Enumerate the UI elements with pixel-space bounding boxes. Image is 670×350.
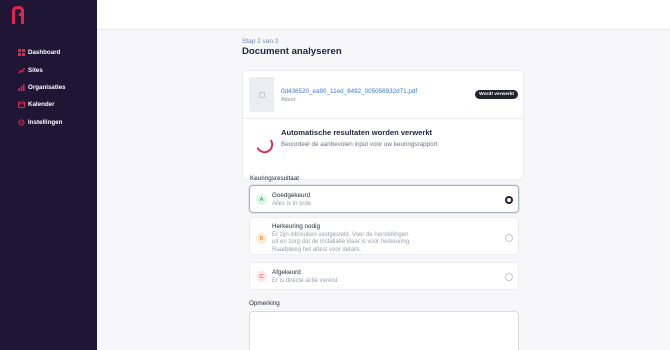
- sidebar-item-label: Dashboard: [28, 49, 61, 57]
- sidebar-item-organisaties[interactable]: Organisaties: [18, 79, 66, 96]
- processing-title: Automatische resultaten worden verwerkt: [281, 128, 433, 137]
- option-letter-badge: C: [256, 271, 267, 282]
- option-radio[interactable]: [505, 234, 513, 242]
- chart-icon: [18, 67, 25, 74]
- loading-spinner-icon: [256, 139, 274, 154]
- option-title: Herkeuring nodig: [272, 223, 320, 230]
- document-type: Attest: [281, 97, 296, 103]
- processing-subtitle: Beoordeel de aanbevolen input voor uw ke…: [281, 141, 438, 148]
- sidebar-item-label: Sites: [28, 66, 43, 74]
- option-letter-badge: A: [256, 194, 267, 205]
- sidebar-item-kalender[interactable]: Kalender: [18, 96, 66, 113]
- sidebar-nav: Dashboard Sites Organisaties Kalender In…: [18, 44, 66, 131]
- option-description: Er is directe actie vereist.: [272, 278, 340, 284]
- option-description: Alles is in orde: [272, 201, 312, 207]
- document-file-link[interactable]: 0d438520_ea90_11ed_8492_005056932d71.pdf: [281, 88, 417, 95]
- option-goedgekeurd[interactable]: A Goedgekeurd Alles is in orde: [249, 185, 519, 213]
- sidebar-item-label: Instellingen: [28, 118, 63, 126]
- option-description: Raadpleeg het attest voor details.: [272, 246, 362, 253]
- sidebar: Dashboard Sites Organisaties Kalender In…: [0, 0, 97, 350]
- status-badge: Wordt verwerkt: [475, 90, 518, 99]
- page-title: Document analyseren: [242, 46, 342, 57]
- result-label: Keuringsresultaat: [250, 175, 300, 182]
- document-thumbnail[interactable]: [249, 77, 274, 112]
- sidebar-item-instellingen[interactable]: Instellingen: [18, 114, 66, 131]
- sidebar-item-dashboard[interactable]: Dashboard: [18, 44, 66, 61]
- option-radio[interactable]: [505, 273, 513, 281]
- step-indicator: Stap 2 van 2: [242, 38, 279, 45]
- org-chart-icon: [18, 83, 25, 91]
- option-radio[interactable]: [505, 196, 513, 204]
- option-afgekeurd[interactable]: C Afgekeurd Er is directe actie vereist.: [249, 262, 519, 290]
- option-letter-badge: B: [256, 233, 267, 244]
- app-logo[interactable]: [10, 5, 26, 24]
- grid-icon: [18, 49, 25, 57]
- document-icon: [258, 91, 265, 98]
- remark-label: Opmerking: [249, 300, 280, 307]
- option-title: Goedgekeurd: [272, 192, 311, 199]
- document-card: 0d438520_ea90_11ed_8492_005056932d71.pdf…: [242, 70, 524, 180]
- option-title: Afgekeurd: [272, 269, 301, 276]
- gear-icon: [18, 119, 25, 126]
- main-content: Stap 2 van 2 Document analyseren 0d43852…: [97, 30, 670, 350]
- option-description: Er zijn inbreuken vastgesteld. Voer de h…: [272, 232, 409, 238]
- top-bar: [97, 0, 670, 30]
- sidebar-item-label: Kalender: [28, 101, 55, 109]
- sidebar-item-label: Organisaties: [28, 83, 66, 91]
- remark-textarea[interactable]: [249, 311, 519, 350]
- option-description: uit en zorg dat de installatie klaar is …: [272, 239, 411, 246]
- calendar-icon: [18, 101, 25, 109]
- option-herkeuring-nodig[interactable]: B Herkeuring nodig Er zijn inbreuken vas…: [249, 217, 519, 255]
- divider: [243, 118, 523, 119]
- sidebar-item-sites[interactable]: Sites: [18, 61, 66, 78]
